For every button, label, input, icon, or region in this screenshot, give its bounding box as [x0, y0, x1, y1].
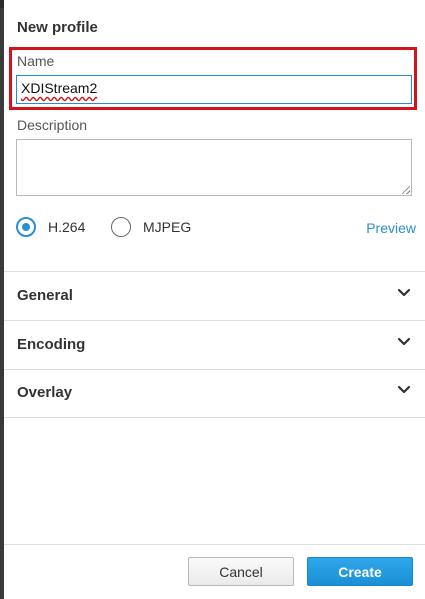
- chevron-down-icon: [397, 288, 411, 297]
- section-encoding[interactable]: Encoding: [4, 321, 425, 369]
- section-general-label: General: [17, 287, 73, 304]
- name-input[interactable]: XDIStream2: [16, 75, 412, 104]
- name-label: Name: [17, 53, 55, 69]
- h264-label[interactable]: H.264: [48, 219, 85, 235]
- mjpeg-label[interactable]: MJPEG: [143, 219, 191, 235]
- footer-divider: [4, 544, 425, 545]
- codec-radio-group: H.264 MJPEG: [16, 217, 416, 241]
- create-button[interactable]: Create: [307, 557, 413, 586]
- divider: [4, 417, 425, 418]
- h264-radio[interactable]: [16, 217, 36, 237]
- section-overlay-label: Overlay: [17, 384, 73, 401]
- resize-grip-icon[interactable]: [402, 186, 410, 194]
- chevron-down-icon: [397, 385, 411, 394]
- section-encoding-label: Encoding: [17, 336, 86, 353]
- section-general[interactable]: General: [4, 272, 425, 320]
- name-input-value: XDIStream2: [21, 80, 98, 96]
- preview-link[interactable]: Preview: [366, 220, 416, 236]
- dialog-title: New profile: [17, 19, 98, 36]
- chevron-down-icon: [397, 337, 411, 346]
- description-textarea[interactable]: [16, 139, 412, 196]
- description-label: Description: [17, 117, 88, 133]
- mjpeg-radio[interactable]: [111, 217, 131, 237]
- section-overlay[interactable]: Overlay: [4, 369, 425, 417]
- new-profile-dialog: New profile Name XDIStream2 Description …: [4, 0, 425, 599]
- cancel-button[interactable]: Cancel: [188, 557, 294, 586]
